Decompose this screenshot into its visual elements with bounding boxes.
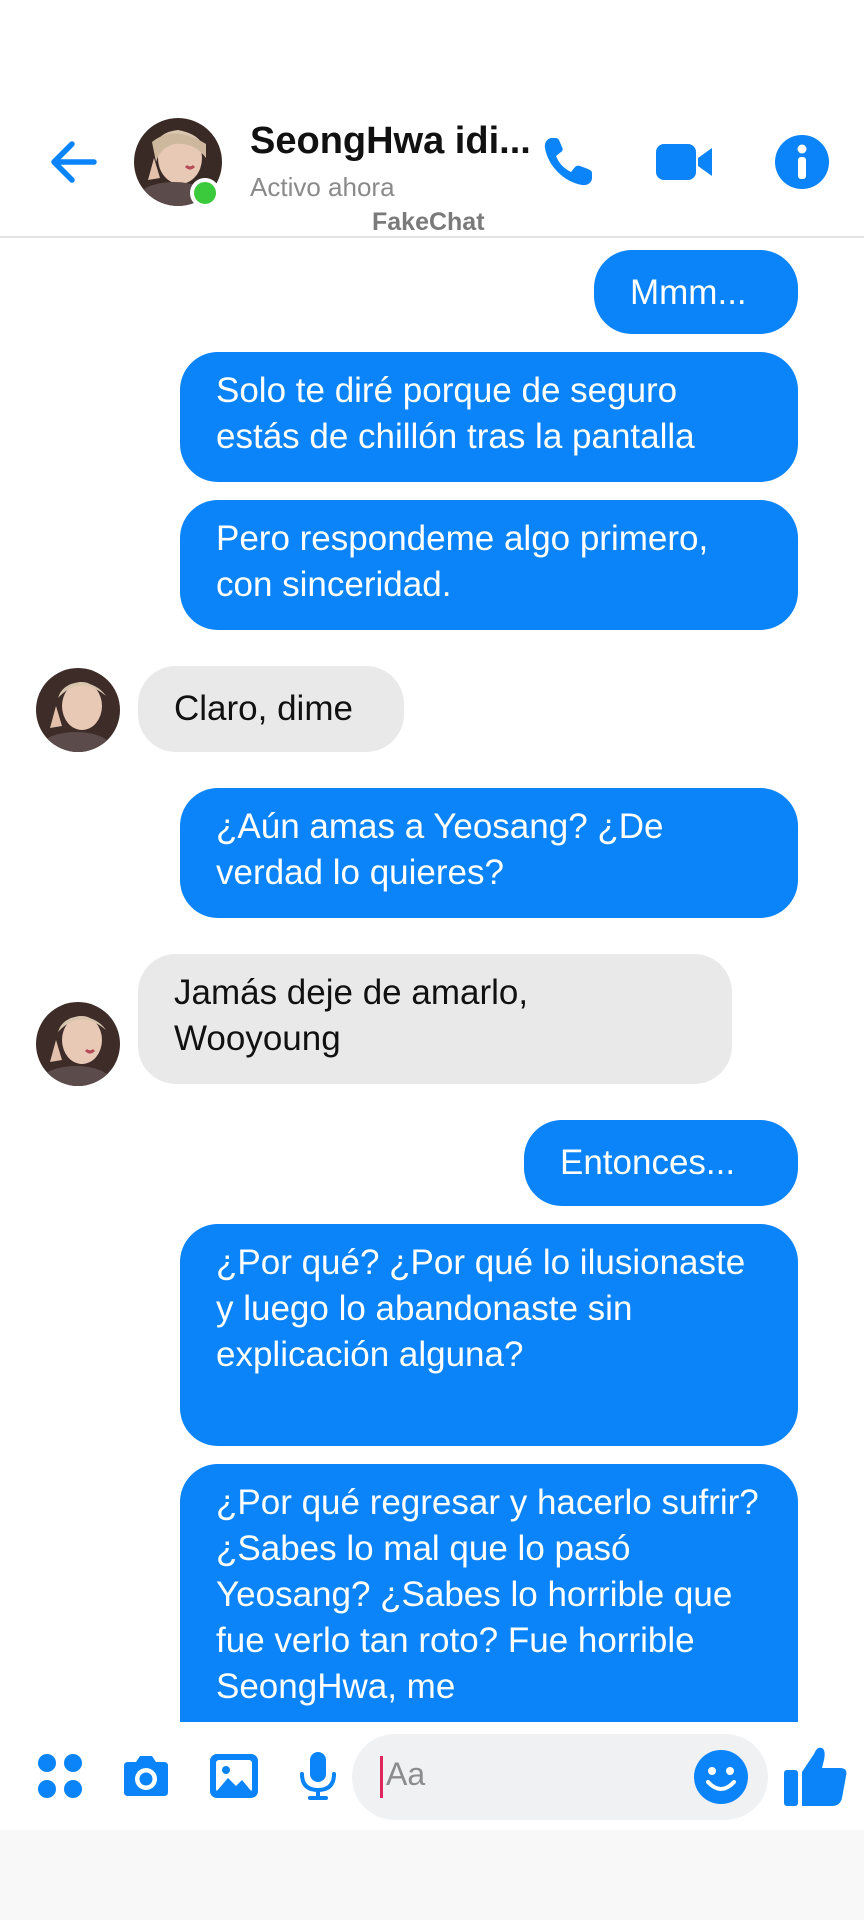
back-arrow-icon[interactable]: [44, 132, 104, 192]
emoji-icon[interactable]: [692, 1748, 750, 1806]
message-text: Entonces...: [560, 1143, 736, 1182]
message-bubble-outgoing[interactable]: Solo te diré porque de seguro estás de c…: [180, 352, 798, 482]
message-text: Pero respondeme algo primero, con sincer…: [216, 519, 709, 604]
message-text: Jamás deje de amarlo, Wooyoung: [174, 973, 529, 1058]
online-indicator: [190, 178, 220, 208]
microphone-icon[interactable]: [290, 1748, 346, 1804]
phone-icon[interactable]: [536, 130, 600, 194]
message-bubble-incoming[interactable]: Claro, dime: [138, 666, 404, 752]
info-icon[interactable]: [770, 130, 834, 194]
chat-header: SeongHwa idi... Activo ahora FakeChat: [0, 100, 864, 238]
gallery-icon[interactable]: [206, 1748, 262, 1804]
message-text: Solo te diré porque de seguro estás de c…: [216, 371, 695, 456]
message-input[interactable]: Aa: [352, 1734, 768, 1820]
message-composer: Aa: [0, 1722, 864, 1830]
apps-grid-icon[interactable]: [32, 1748, 88, 1804]
message-bubble-outgoing[interactable]: ¿Por qué? ¿Por qué lo ilusionaste y lueg…: [180, 1224, 798, 1446]
message-text: Mmm...: [630, 273, 747, 312]
chat-screen: SeongHwa idi... Activo ahora FakeChat Mm…: [0, 0, 864, 1920]
text-caret: [380, 1756, 383, 1798]
message-bubble-incoming[interactable]: Jamás deje de amarlo, Wooyoung: [138, 954, 732, 1084]
bottom-safe-area: [0, 1830, 864, 1920]
message-input-placeholder: Aa: [386, 1756, 426, 1792]
message-bubble-outgoing[interactable]: Mmm...: [594, 250, 798, 334]
message-bubble-outgoing[interactable]: Entonces...: [524, 1120, 798, 1206]
message-text: ¿Por qué regresar y hacerlo sufrir? ¿Sab…: [216, 1483, 759, 1706]
message-text: Claro, dime: [174, 689, 353, 728]
contact-name[interactable]: SeongHwa idi...: [250, 120, 531, 163]
message-text: ¿Por qué? ¿Por qué lo ilusionaste y lueg…: [216, 1243, 746, 1374]
contact-avatar-small[interactable]: [36, 1002, 120, 1086]
contact-avatar-small[interactable]: [36, 668, 120, 752]
message-bubble-outgoing[interactable]: Pero respondeme algo primero, con sincer…: [180, 500, 798, 630]
thumbs-up-icon[interactable]: [780, 1740, 852, 1812]
contact-status: Activo ahora: [250, 172, 395, 202]
message-bubble-outgoing[interactable]: ¿Aún amas a Yeosang? ¿De verdad lo quier…: [180, 788, 798, 918]
video-camera-icon[interactable]: [652, 130, 716, 194]
watermark: FakeChat: [372, 208, 485, 236]
camera-icon[interactable]: [118, 1748, 174, 1804]
message-text: ¿Aún amas a Yeosang? ¿De verdad lo quier…: [216, 807, 664, 892]
